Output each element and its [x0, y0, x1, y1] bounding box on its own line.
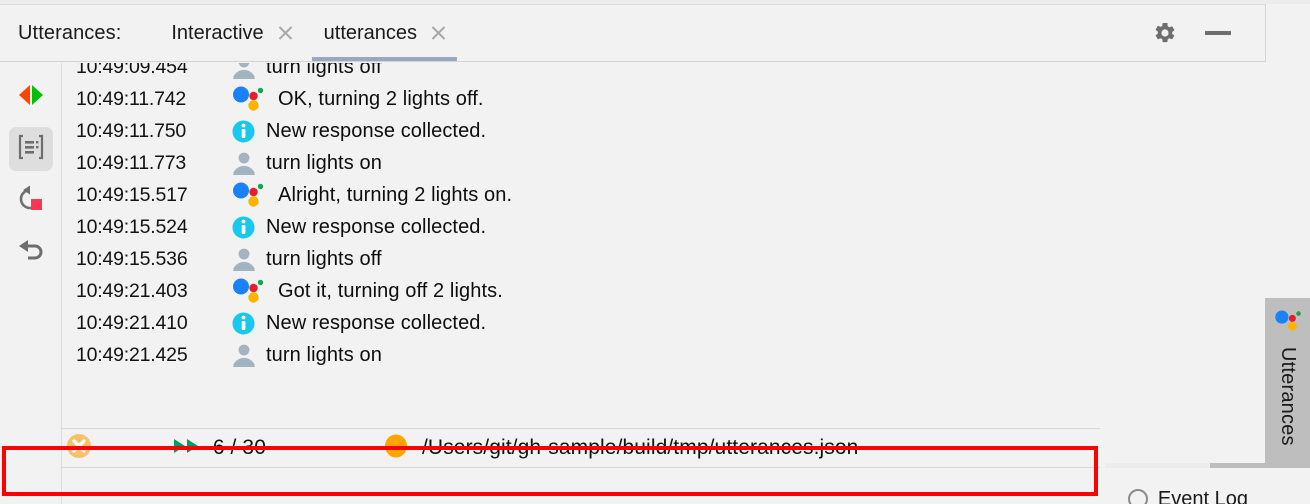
toolbar-button-rollback[interactable] — [9, 231, 53, 275]
log-message: Got it, turning off 2 lights. — [278, 279, 503, 302]
assistant-icon — [228, 278, 266, 304]
log-row[interactable]: 10:49:21.403 Got it, turning off 2 lights… — [63, 275, 1265, 307]
user-icon — [228, 247, 266, 271]
status-bar: : 6 / 30 /Users — [0, 428, 1100, 468]
status-progress-group: 6 / 30 — [172, 436, 266, 461]
log-message: turn lights on — [266, 151, 382, 174]
tab-bar: Utterances: Interactive utterances — [0, 4, 1265, 62]
log-timestamp: 10:49:15.524 — [76, 215, 188, 238]
log-timestamp: 10:49:15.536 — [76, 247, 188, 270]
toolbar-button-rerun-stop[interactable] — [9, 179, 53, 223]
tab-interactive[interactable]: Interactive — [155, 5, 307, 61]
bottom-bar: Event Log — [0, 468, 1310, 504]
sidebar-item-label: Utterances — [1277, 347, 1299, 446]
log-message: OK, turning 2 lights off. — [278, 87, 484, 110]
log-timestamp: 10:49:21.410 — [76, 311, 188, 334]
log-row[interactable]: 10:49:11.773 turn lights on — [63, 147, 1265, 179]
tab-label: Interactive — [171, 21, 264, 44]
user-icon — [228, 63, 266, 79]
tab-bar-right-edge — [1265, 4, 1266, 62]
right-side-strip: Utterances — [1265, 63, 1310, 504]
log-row[interactable]: 10:49:15.536 turn lights off — [63, 243, 1265, 275]
log-message: Alright, turning 2 lights on. — [278, 183, 513, 206]
log-timestamp: 10:49:11.750 — [76, 119, 187, 142]
log-row[interactable]: 10:49:15.517 Alright, turning 2 lights on… — [63, 179, 1265, 211]
log-timestamp: 10:49:11.742 — [76, 87, 187, 110]
progress-count: 6 / 30 — [212, 436, 266, 459]
console-view-icon — [17, 133, 45, 166]
log-output-area[interactable]: 10:49:09.454 turn lights off 10:49:11.742 O… — [63, 63, 1265, 444]
toolbar-button-console-view[interactable] — [8, 127, 53, 171]
log-message: New response collected. — [266, 119, 487, 142]
utterances-tool-window: Utterances: Interactive utterances 10:49… — [0, 0, 1310, 504]
circle-icon — [1127, 489, 1148, 504]
toolbar-button-step-navigate[interactable] — [9, 75, 53, 119]
log-row[interactable]: 10:49:09.454 turn lights off — [63, 63, 1265, 83]
log-timestamp: 10:49:15.517 — [76, 183, 188, 206]
tool-window-title: Utterances: — [18, 21, 122, 44]
log-row[interactable]: 10:49:21.425 turn lights on — [63, 339, 1265, 371]
log-timestamp: 10:49:21.403 — [76, 279, 188, 302]
log-message: turn lights off — [266, 247, 382, 270]
log-row[interactable]: 10:49:11.750 New response collected. — [63, 115, 1265, 147]
log-row[interactable]: 10:49:15.524 New response collected. — [63, 211, 1265, 243]
left-toolbar — [0, 63, 62, 504]
user-icon — [228, 151, 266, 175]
minimize-icon[interactable] — [1205, 31, 1231, 35]
log-message: New response collected. — [266, 311, 487, 334]
log-message: turn lights on — [266, 343, 382, 366]
close-icon[interactable] — [430, 25, 447, 42]
info-icon — [228, 311, 266, 336]
tab-label: utterances — [323, 21, 418, 44]
log-row-list: 10:49:09.454 turn lights off 10:49:11.742 O… — [63, 63, 1265, 371]
gear-icon[interactable] — [1153, 21, 1177, 45]
step-navigate-icon — [16, 82, 46, 113]
log-timestamp: 10:49:21.425 — [76, 343, 188, 366]
event-log-button[interactable]: Event Log — [1127, 487, 1248, 504]
log-row[interactable]: 10:49:21.410 New response collected. — [63, 307, 1265, 339]
file-dot-icon — [383, 433, 409, 464]
log-timestamp: 10:49:09.454 — [76, 63, 188, 78]
rerun-stop-icon — [16, 184, 46, 219]
user-icon — [228, 343, 266, 367]
error-circle-icon[interactable] — [65, 432, 93, 465]
horizontal-scrollbar-thumb[interactable] — [1210, 463, 1310, 468]
assistant-icon — [228, 182, 266, 208]
log-message: turn lights off — [266, 63, 382, 78]
log-timestamp: 10:49:11.773 — [76, 151, 187, 174]
tab-bar-actions — [1153, 21, 1265, 45]
info-icon — [228, 215, 266, 240]
info-icon — [228, 119, 266, 144]
assistant-icon — [1274, 310, 1302, 337]
assistant-icon — [228, 86, 266, 112]
tab-list: Interactive utterances — [155, 5, 461, 61]
active-tab-underline — [311, 57, 458, 61]
status-file-group[interactable]: /Users/git/gh-sample/build/tmp/utterance… — [383, 433, 858, 464]
fast-forward-icon — [172, 436, 202, 461]
log-row[interactable]: 10:49:11.742 OK, turning 2 lights off. — [63, 83, 1265, 115]
file-path: /Users/git/gh-sample/build/tmp/utterance… — [422, 436, 859, 459]
rollback-icon — [16, 237, 46, 270]
tab-utterances[interactable]: utterances — [308, 5, 461, 61]
close-icon[interactable] — [277, 25, 294, 42]
event-log-label: Event Log — [1157, 487, 1248, 504]
log-message: New response collected. — [266, 215, 487, 238]
